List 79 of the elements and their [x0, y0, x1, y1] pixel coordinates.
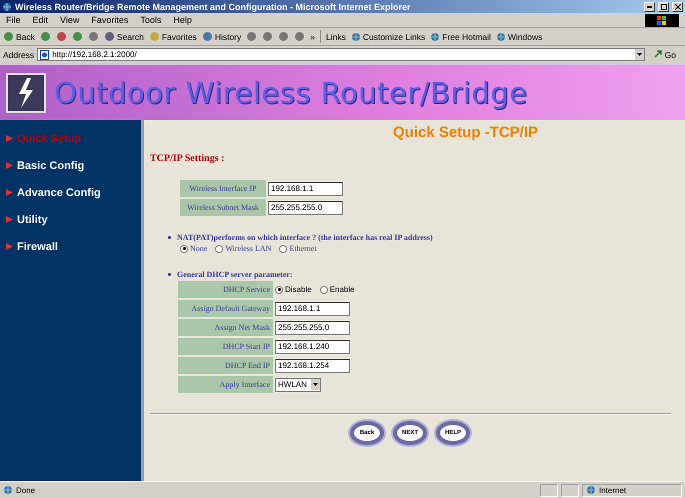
radio-option[interactable]: None: [180, 244, 208, 253]
field-label: DHCP Service: [178, 281, 273, 298]
menu-item[interactable]: Help: [173, 15, 192, 25]
link-button[interactable]: Windows: [496, 32, 542, 42]
menu-item[interactable]: Edit: [32, 15, 48, 25]
toolbar-button[interactable]: Back: [3, 31, 35, 42]
radio-option[interactable]: Enable: [320, 285, 355, 294]
radio-button[interactable]: [275, 286, 283, 294]
triangle-icon: [6, 189, 13, 196]
globe-icon: [496, 32, 506, 42]
globe-icon: [586, 485, 596, 495]
subsection-heading: General DHCP server parameter:: [177, 270, 293, 279]
triangle-icon: [6, 216, 13, 223]
input-field[interactable]: 255.255.255.0: [268, 200, 343, 214]
question-text: NAT(PAT)performs on which interface ? (the interface has real IP address): [177, 233, 433, 242]
globe-icon: [350, 32, 361, 42]
page-title: Quick Setup -TCP/IP: [392, 124, 540, 141]
field-label: Apply Interface: [178, 376, 273, 393]
field-label: DHCP Start IP: [178, 338, 273, 355]
status-panel: [540, 484, 558, 496]
lightning-logo-icon: [6, 72, 46, 112]
minimize-icon: [647, 6, 652, 8]
maximize-button[interactable]: [658, 2, 669, 12]
field-label: Wireless Subnet Mask: [180, 199, 266, 216]
bullet-icon: [168, 273, 171, 276]
banner-title: Outdoor Wireless Router/Bridge: [54, 76, 528, 110]
status-text: Done: [16, 486, 36, 494]
close-icon: [674, 4, 680, 10]
radio-option[interactable]: Wireless LAN: [215, 244, 272, 253]
input-field[interactable]: 192.168.1.1: [268, 182, 343, 196]
triangle-icon: [6, 162, 13, 169]
triangle-icon: [6, 135, 13, 142]
close-button[interactable]: [672, 2, 683, 12]
field-label: DHCP End IP: [178, 357, 273, 374]
sidebar-item[interactable]: Advance Config: [6, 183, 141, 202]
input-field[interactable]: 192.168.1.1: [275, 302, 350, 316]
more-button[interactable]: »: [310, 32, 315, 42]
radio-button[interactable]: [215, 244, 224, 252]
radio-button[interactable]: [279, 244, 288, 252]
menu-item[interactable]: Favorites: [91, 15, 128, 25]
toolbar-button[interactable]: History: [202, 31, 242, 42]
maximize-icon: [660, 4, 666, 10]
menu-item[interactable]: View: [60, 15, 80, 25]
link-button[interactable]: Customize Links: [350, 32, 426, 42]
window-title: Wireless Router/Bridge Remote Management and Configuration - Microsoft Internet Explorer: [15, 2, 412, 12]
bullet-icon: [168, 236, 171, 239]
radio-button[interactable]: [320, 286, 328, 294]
link-button[interactable]: Free Hotmail: [430, 32, 491, 42]
toolbar-button[interactable]: Favorites: [148, 31, 197, 42]
sidebar-item[interactable]: Firewall: [6, 237, 141, 256]
globe-icon: [430, 32, 440, 42]
address-field[interactable]: http://192.168.2.1:2000/: [37, 48, 645, 61]
radio-button[interactable]: [180, 244, 188, 252]
go-button[interactable]: Go: [648, 50, 682, 60]
section-heading: TCP/IP Settings :: [150, 153, 226, 164]
field-label: Assign Default Gateway: [178, 300, 273, 317]
status-panel: [561, 484, 579, 496]
input-field[interactable]: 192.168.1.240: [275, 340, 350, 354]
menu-item[interactable]: Tools: [140, 15, 162, 25]
field-label: Assign Net Mask: [178, 319, 273, 336]
globe-icon: [3, 485, 13, 495]
links-label: Links: [326, 32, 346, 42]
menu-item[interactable]: File: [6, 15, 21, 25]
windows-logo-icon: [645, 14, 679, 26]
go-arrow-icon: [654, 50, 663, 59]
zone-text: Internet: [599, 486, 626, 494]
input-field[interactable]: 255.255.255.0: [275, 320, 350, 334]
address-label: Address: [3, 50, 34, 60]
field-label: Wireless Interface IP: [180, 180, 266, 197]
toolbar-button[interactable]: Search: [104, 31, 144, 42]
globe-icon: [2, 2, 12, 12]
input-field[interactable]: 192.168.1.254: [275, 358, 350, 372]
sidebar-item[interactable]: Utility: [6, 210, 141, 229]
radio-option[interactable]: Disable: [275, 285, 312, 294]
select-dropdown[interactable]: HWLAN: [275, 378, 321, 392]
triangle-icon: [6, 243, 13, 250]
sidebar-item[interactable]: Basic Config: [6, 156, 141, 175]
radio-option[interactable]: Ethernet: [279, 244, 317, 253]
minimize-button[interactable]: [644, 2, 655, 12]
